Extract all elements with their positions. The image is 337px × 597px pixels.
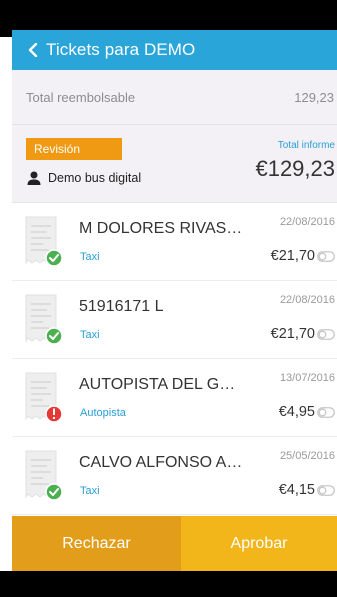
check-circle-icon [45,249,62,267]
check-circle-icon [45,483,62,501]
ticket-name: CALVO ALFONSO AR... [79,454,244,471]
reimbursable-summary: Total reembolsable 129,23 [12,70,337,125]
ticket-item[interactable]: CALVO ALFONSO AR... 25/05/2016 Taxi €4,1… [12,437,337,515]
ticket-date: 13/07/2016 [279,372,335,384]
ticket-date: 22/08/2016 [279,216,335,228]
receipt-icon [25,216,62,267]
ticket-category: Taxi [80,251,100,263]
action-bar: Rechazar Aprobar [12,516,337,571]
report-total-label: Total informe [277,140,335,151]
ticket-amount: €4,15 [278,482,315,498]
status-badge: Revisión [26,138,122,160]
content: Total reembolsable 129,23 Revisión Demo … [12,70,337,516]
report-card: Revisión Demo bus digital Total informe … [12,125,337,203]
toggle-icon[interactable] [317,329,335,340]
ticket-item[interactable]: M DOLORES RIVAS ... 22/08/2016 Taxi €21,… [12,203,337,281]
app-bar: Tickets para DEMO [12,30,337,70]
ticket-date: 22/08/2016 [279,294,335,306]
reimbursable-label: Total reembolsable [26,89,136,105]
toggle-icon[interactable] [317,407,335,418]
reject-button[interactable]: Rechazar [12,516,181,571]
receipt-icon [25,450,62,501]
ticket-name: AUTOPISTA DEL GU... [79,376,244,393]
report-total-value: €129,23 [255,156,335,181]
chevron-left-icon[interactable] [26,43,40,57]
receipt-icon [25,294,62,345]
navigation-bar [0,571,337,597]
ticket-item[interactable]: AUTOPISTA DEL GU... 13/07/2016 Autopista… [12,359,337,437]
ticket-amount: €21,70 [270,248,315,264]
ticket-amount: €4,95 [278,404,315,420]
ticket-category: Autopista [80,407,126,419]
reimbursable-value: 129,23 [294,89,334,105]
ticket-category: Taxi [80,329,100,341]
ticket-date: 25/05/2016 [279,450,335,462]
ticket-list: M DOLORES RIVAS ... 22/08/2016 Taxi €21,… [12,203,337,515]
toggle-icon[interactable] [317,485,335,496]
toggle-icon[interactable] [317,251,335,262]
ticket-amount: €21,70 [270,326,315,342]
page-title: Tickets para DEMO [46,40,196,59]
receipt-icon [25,372,62,423]
check-circle-icon [45,327,62,345]
ticket-category: Taxi [80,485,100,497]
ticket-name: 51916171 L [79,298,164,315]
person-icon [27,171,41,185]
alert-circle-icon [45,405,62,423]
ticket-item[interactable]: 51916171 L 22/08/2016 Taxi €21,70 [12,281,337,359]
approve-button[interactable]: Aprobar [181,516,337,571]
ticket-name: M DOLORES RIVAS ... [79,220,244,237]
report-owner: Demo bus digital [26,170,141,186]
owner-name: Demo bus digital [48,171,142,185]
